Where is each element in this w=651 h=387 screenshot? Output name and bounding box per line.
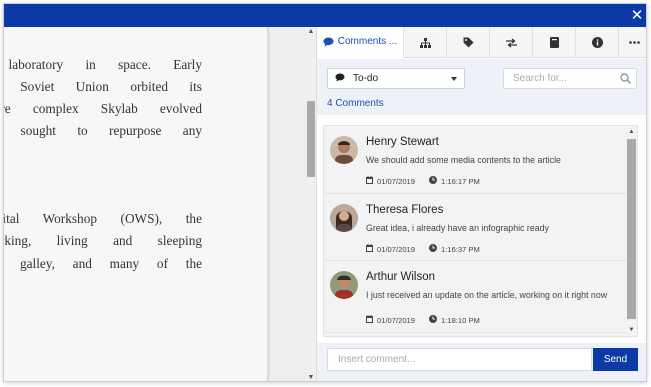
close-button[interactable]: ✕ [626, 4, 646, 27]
comment-text: Great idea, i already have an infographi… [366, 223, 549, 233]
comment-input[interactable]: Insert comment... [327, 348, 592, 371]
comment-date: 01/07/2019 [377, 315, 416, 325]
status-filter-value: To-do [353, 73, 379, 84]
comment-text: I just received an update on the article… [366, 290, 608, 300]
clock-icon [429, 176, 438, 186]
filter-bar: To-do Search for... 4 Comments [317, 59, 646, 115]
comment-text: We should add some media contents to the… [366, 155, 561, 165]
avatar [330, 136, 358, 164]
info-icon [591, 37, 603, 48]
comment-icon [335, 72, 345, 85]
tab-comments-label: Comments ... [337, 36, 398, 47]
more-icon [628, 41, 640, 44]
status-filter-select[interactable]: To-do [327, 68, 465, 89]
comment-meta: 01/07/2019 1:18:10 PM [366, 315, 480, 325]
clock-icon [429, 315, 438, 325]
comment-author: Henry Stewart [366, 136, 439, 148]
comment-item[interactable]: Theresa Flores Great idea, i already hav… [324, 194, 627, 261]
search-input[interactable]: Search for... [503, 68, 637, 89]
document-view: research laboratory in space. Early and … [4, 27, 267, 381]
tab-notes[interactable] [533, 27, 576, 58]
document-gutter [271, 27, 306, 381]
panel-tab-bar: Comments ... [317, 27, 646, 58]
comment-icon [323, 37, 334, 47]
comment-time: 1:16:37 PM [441, 244, 480, 254]
calendar-icon [366, 244, 373, 254]
comment-list-scrollbar[interactable]: ▲ ▼ [626, 126, 637, 336]
document-scrollbar[interactable]: ▲ ▼ [306, 27, 316, 381]
comment-meta: 01/07/2019 1:16:17 PM [366, 176, 480, 186]
app-window: ✕ research laboratory in space. Early an… [3, 3, 647, 382]
tab-comments[interactable]: Comments ... [317, 27, 404, 58]
chevron-down-icon [451, 77, 457, 81]
tab-info[interactable] [576, 27, 619, 58]
scrollbar-thumb[interactable] [307, 101, 315, 177]
document-text: research laboratory in space. Early and … [4, 54, 202, 275]
title-bar: ✕ [4, 4, 646, 27]
comment-time: 1:18:10 PM [441, 315, 480, 325]
tab-tags[interactable] [447, 27, 490, 58]
scroll-up-arrow-icon[interactable]: ▲ [626, 126, 637, 138]
doc-line: , which sought to repurpose any [4, 123, 202, 139]
comment-date: 01/07/2019 [377, 176, 416, 186]
doc-line: pment, a galley, and many of the [4, 255, 202, 271]
avatar [330, 271, 358, 299]
comment-count: 4 Comments [327, 98, 384, 109]
doc-line: and the Soviet Union orbited its [4, 79, 202, 95]
scrollbar-thumb[interactable] [627, 139, 636, 319]
scroll-down-arrow-icon[interactable]: ▼ [626, 324, 637, 336]
calendar-icon [366, 315, 373, 325]
comment-composer: Insert comment... Send [317, 343, 646, 381]
calendar-icon [366, 176, 373, 186]
comment-date: 01/07/2019 [377, 244, 416, 254]
comments-panel: Comments ... To-do Search for... 4 Comme… [316, 27, 646, 381]
send-button[interactable]: Send [593, 348, 638, 371]
comment-author: Arthur Wilson [366, 271, 436, 283]
comment-input-placeholder: Insert comment... [338, 354, 416, 365]
avatar [330, 204, 358, 232]
comment-author: Theresa Flores [366, 204, 444, 216]
scroll-down-arrow-icon[interactable]: ▼ [306, 373, 316, 381]
doc-line: the Orbital Workshop (OWS), the [4, 211, 202, 227]
comment-list: Henry Stewart We should add some media c… [323, 125, 638, 337]
comment-item[interactable]: Arthur Wilson I just received an update … [324, 261, 627, 333]
clock-icon [429, 244, 438, 254]
swap-icon [505, 37, 517, 48]
search-icon[interactable] [620, 73, 632, 87]
comment-time: 1:16:17 PM [441, 176, 480, 186]
tab-structure[interactable] [404, 27, 447, 58]
tag-icon [463, 37, 474, 48]
doc-line: and more complex Skylab evolved [4, 101, 202, 117]
scroll-up-arrow-icon[interactable]: ▲ [306, 27, 316, 37]
doc-line: research laboratory in space. Early [4, 57, 202, 72]
comment-meta: 01/07/2019 1:16:37 PM [366, 244, 480, 254]
book-icon [549, 37, 559, 48]
tab-more[interactable] [619, 27, 646, 58]
tab-compare[interactable] [490, 27, 533, 58]
hierarchy-icon [419, 37, 431, 48]
comment-item[interactable]: Henry Stewart We should add some media c… [324, 126, 627, 194]
doc-line: ain working, living and sleeping [4, 233, 202, 249]
search-placeholder: Search for... [513, 73, 567, 84]
